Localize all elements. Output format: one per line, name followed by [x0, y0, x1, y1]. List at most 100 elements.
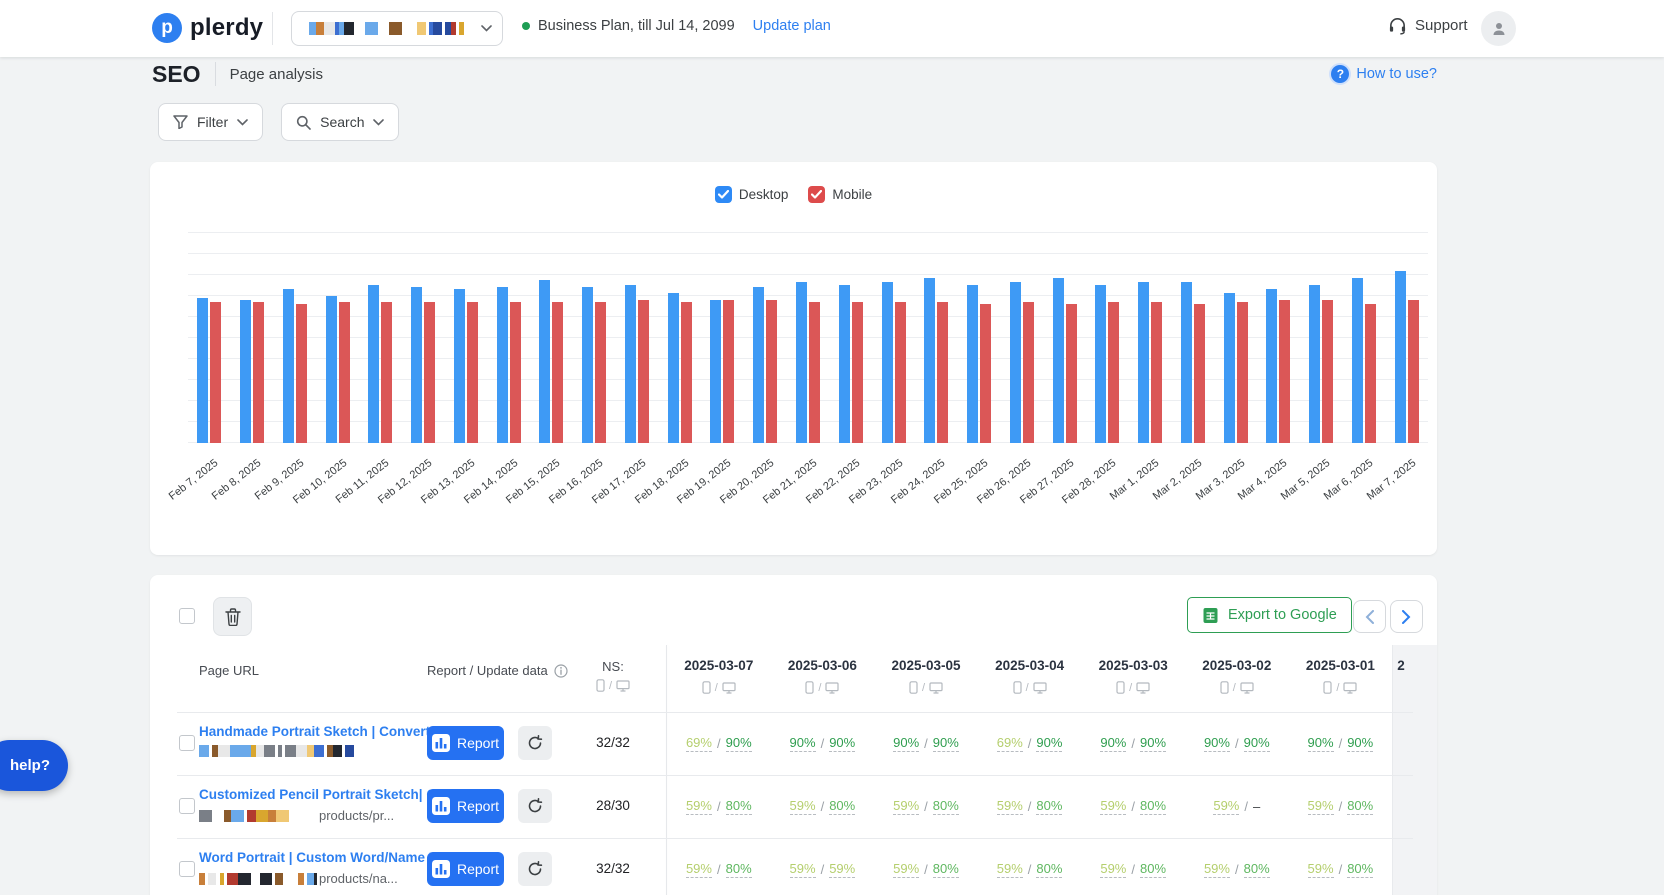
pagination-prev-button[interactable] — [1353, 600, 1386, 633]
slash: / — [818, 682, 821, 694]
desktop-score-link[interactable]: 80% — [1347, 861, 1373, 878]
desktop-score-link[interactable]: 80% — [933, 861, 959, 878]
desktop-score-link[interactable]: 80% — [1244, 861, 1270, 878]
update-plan-link[interactable]: Update plan — [753, 18, 831, 34]
desktop-score-link[interactable]: 80% — [726, 798, 752, 815]
report-button[interactable]: Report — [427, 852, 504, 886]
mobile-bar — [1279, 300, 1290, 443]
avatar[interactable] — [1481, 11, 1516, 46]
page-url-link[interactable]: Handmade Portrait Sketch | Convert P... — [199, 724, 452, 739]
date-columns-scroll-area: 22025-03-07/2025-03-06/2025-03-05/2025-0… — [667, 645, 1437, 895]
mobile-score-link[interactable]: 59% — [1100, 798, 1126, 815]
mobile-score-link[interactable]: 59% — [1100, 861, 1126, 878]
mobile-score-link[interactable]: 69% — [997, 735, 1023, 752]
desktop-score-link[interactable]: 90% — [829, 735, 855, 752]
desktop-score-link[interactable]: 80% — [933, 798, 959, 815]
trash-icon — [225, 608, 241, 626]
mobile-score-link[interactable]: 69% — [686, 735, 712, 752]
mobile-score-link[interactable]: 59% — [686, 861, 712, 878]
score-cell: 59%/80% — [771, 796, 875, 816]
mobile-score-link[interactable]: 90% — [1308, 735, 1334, 752]
filter-dropdown-button[interactable]: Filter — [158, 103, 263, 141]
redacted-pixel-block — [314, 873, 317, 885]
mobile-score-link[interactable]: 59% — [997, 861, 1023, 878]
row-checkbox[interactable] — [179, 798, 195, 814]
mobile-score-link[interactable]: 90% — [790, 735, 816, 752]
page-url-link[interactable]: Word Portrait | Custom Word/Name P... — [199, 850, 447, 865]
slash: / — [609, 680, 612, 692]
mobile-score-link[interactable]: 59% — [997, 798, 1023, 815]
mobile-score-link[interactable]: 90% — [893, 735, 919, 752]
mobile-score-link[interactable]: 59% — [1308, 798, 1334, 815]
desktop-score-link[interactable]: 80% — [726, 861, 752, 878]
mobile-score-link[interactable]: 59% — [790, 861, 816, 878]
mobile-score-link[interactable]: 59% — [790, 798, 816, 815]
update-data-button[interactable] — [518, 852, 552, 886]
chevron-left-icon — [1365, 610, 1374, 624]
monitor-icon — [1136, 682, 1150, 694]
project-selector-dropdown[interactable] — [291, 11, 503, 46]
plan-status-dot — [522, 22, 530, 30]
ns-value: 32/32 — [573, 735, 653, 750]
row-checkbox[interactable] — [179, 861, 195, 877]
info-icon[interactable] — [554, 664, 568, 678]
redacted-pixel-block — [264, 745, 275, 757]
desktop-score-link[interactable]: 90% — [726, 735, 752, 752]
desktop-score-link[interactable]: 80% — [1140, 861, 1166, 878]
slash: / — [1028, 799, 1032, 814]
legend-desktop-toggle[interactable]: Desktop — [715, 186, 789, 203]
bar-chart-icon — [432, 797, 450, 815]
mobile-bar — [1066, 304, 1077, 443]
header-divider — [272, 12, 273, 45]
mobile-bar — [339, 302, 350, 443]
select-all-checkbox[interactable] — [179, 608, 195, 624]
help-chat-bubble[interactable]: help? — [0, 740, 68, 791]
mobile-score-link[interactable]: 59% — [893, 861, 919, 878]
redacted-pixel-block — [451, 22, 456, 35]
mobile-score-link[interactable]: 59% — [893, 798, 919, 815]
mobile-score-link[interactable]: 90% — [1204, 735, 1230, 752]
score-cell: 90%/90% — [874, 733, 978, 753]
update-data-button[interactable] — [518, 726, 552, 760]
redacted-pixel-block — [278, 745, 282, 757]
mobile-score-link[interactable]: 59% — [1308, 861, 1334, 878]
desktop-score-link[interactable]: 80% — [1140, 798, 1166, 815]
how-to-use-link[interactable]: ? How to use? — [1331, 65, 1437, 83]
redacted-pixel-block — [220, 873, 224, 885]
desktop-bar — [1138, 282, 1149, 443]
report-button[interactable]: Report — [427, 726, 504, 760]
desktop-score-link[interactable]: 59% — [829, 861, 855, 878]
page-url-link[interactable]: Customized Pencil Portrait Sketch| C... — [199, 787, 447, 802]
update-data-button[interactable] — [518, 789, 552, 823]
mobile-bar — [552, 302, 563, 443]
desktop-score-link[interactable]: 90% — [1036, 735, 1062, 752]
desktop-score-link[interactable]: 90% — [933, 735, 959, 752]
score-cell: 90%/90% — [1081, 733, 1185, 753]
desktop-score-link[interactable]: 90% — [1244, 735, 1270, 752]
desktop-score-link[interactable]: 80% — [829, 798, 855, 815]
delete-selected-button[interactable] — [213, 597, 252, 636]
redacted-pixel-block — [307, 745, 314, 757]
ns-value: 28/30 — [573, 798, 653, 813]
legend-mobile-toggle[interactable]: Mobile — [808, 186, 872, 203]
plerdy-logo[interactable]: p plerdy — [152, 13, 263, 43]
mobile-score-link[interactable]: 90% — [1100, 735, 1126, 752]
desktop-score-link[interactable]: 80% — [1036, 861, 1062, 878]
redacted-pixel-block — [230, 745, 243, 757]
desktop-score-link[interactable]: 90% — [1140, 735, 1166, 752]
mobile-score-link[interactable]: 59% — [1213, 798, 1239, 815]
support-button[interactable]: Support — [1388, 16, 1468, 35]
report-button[interactable]: Report — [427, 789, 504, 823]
export-to-google-button[interactable]: Export to Google — [1187, 597, 1352, 633]
desktop-bar — [326, 296, 337, 443]
mobile-score-link[interactable]: 59% — [1204, 861, 1230, 878]
redacted-pixel-block — [365, 22, 374, 35]
desktop-score-link[interactable]: 80% — [1036, 798, 1062, 815]
row-checkbox[interactable] — [179, 735, 195, 751]
search-dropdown-button[interactable]: Search — [281, 103, 399, 141]
mobile-score-link[interactable]: 59% — [686, 798, 712, 815]
report-label: Report — [457, 798, 499, 814]
desktop-score-link[interactable]: 90% — [1347, 735, 1373, 752]
desktop-score-link[interactable]: 80% — [1347, 798, 1373, 815]
pagination-next-button[interactable] — [1390, 600, 1423, 633]
